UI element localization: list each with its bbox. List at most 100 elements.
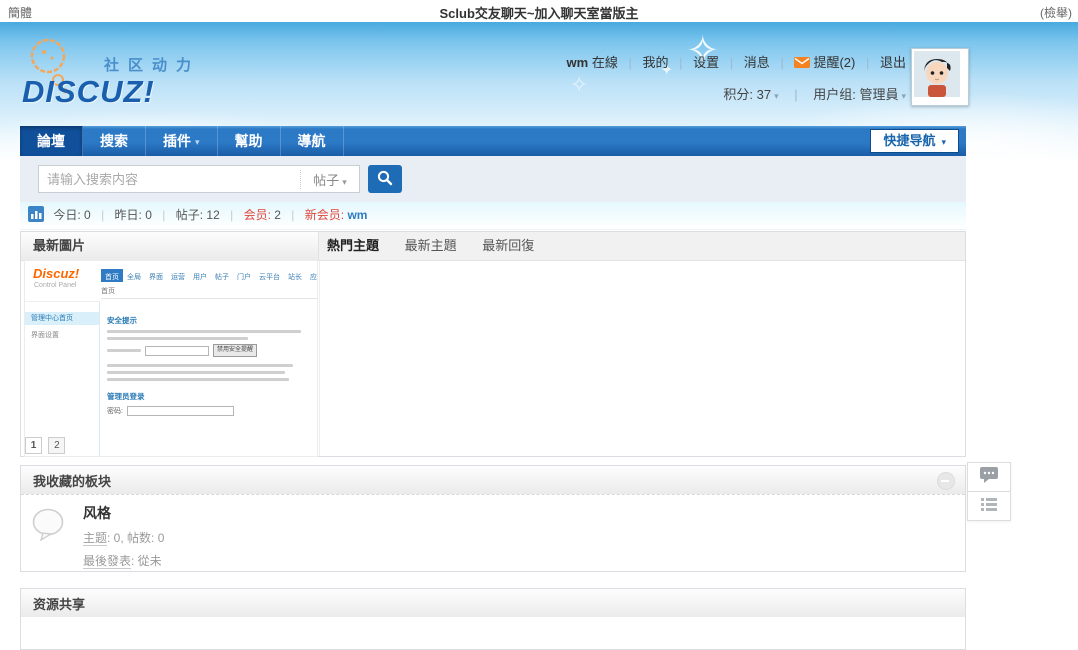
resources-title: 资源共享 (21, 594, 85, 613)
separator: | (101, 208, 104, 222)
image-slider-panel: Discuz! Control Panel 首页全局界面运营用户帖子门户云平台站… (21, 261, 320, 456)
search-button[interactable] (368, 165, 402, 193)
newest-member-link[interactable]: wm (347, 208, 367, 222)
separator: | (794, 87, 797, 102)
thumb-sidebar-item: 界面设置 (25, 330, 99, 340)
separator: | (162, 208, 165, 222)
user-bar: wm 在線 | 我的 | 设置 | 消息 | 提醒(2) | 退出 (567, 52, 906, 71)
quick-nav-button[interactable]: 快捷导航▾ (870, 129, 959, 153)
settings-link[interactable]: 设置 (693, 55, 719, 70)
separator: | (628, 55, 631, 70)
search-input-group: 帖子▾ (38, 165, 360, 193)
thumb-tab: 运营 (167, 269, 189, 282)
thumb-tab: 帖子 (211, 269, 233, 282)
nav-item-help[interactable]: 幫助 (218, 126, 281, 156)
thumb-disable-button: 禁用安全提醒 (213, 344, 257, 357)
forum-stats: 主题: 0, 帖数: 0 (83, 529, 953, 546)
stat-posts: 帖子: 12 (176, 208, 220, 222)
tab-latest-replies[interactable]: 最新回復 (482, 232, 534, 260)
forum-name-link[interactable]: 风格 (83, 503, 953, 523)
last-post-link[interactable]: 最後發表 (83, 554, 131, 569)
separator: | (866, 55, 869, 70)
separator: | (230, 208, 233, 222)
search-input[interactable] (39, 172, 300, 187)
credits-dropdown[interactable]: 积分: 37▾ (723, 87, 778, 102)
logo-title: DISCUZ! (22, 74, 155, 110)
search-strip: 帖子▾ (20, 156, 966, 203)
messages-link[interactable]: 消息 (744, 55, 770, 70)
username-link[interactable]: wm (567, 55, 589, 70)
stat-yesterday: 昨日: 0 (115, 208, 152, 222)
block-header: 资源共享 (21, 589, 965, 617)
image-pager: 1 2 (25, 435, 67, 454)
block-header: 最新圖片 熱門主題 最新主題 最新回復 (21, 232, 965, 261)
thumb-discuz-logo: Discuz! (33, 266, 79, 281)
search-scope-dropdown[interactable]: 帖子▾ (300, 170, 359, 189)
thumb-admin-tabs: 首页全局界面运营用户帖子门户云平台站长应用 (101, 266, 317, 282)
thumb-tab: 用户 (189, 269, 211, 282)
nav-item-navigation[interactable]: 導航 (281, 126, 344, 156)
block-header: 我收藏的板块 (21, 466, 965, 494)
stat-members: 会员: 2 (244, 208, 281, 222)
thumb-password-input (127, 406, 234, 416)
resources-block: 资源共享 (20, 588, 966, 650)
star-decoration-icon: ✧ (570, 72, 588, 98)
thumb-admin-sidebar: 管理中心首页 界面设置 (25, 301, 100, 456)
page: 簡體 Sclub交友聊天~加入聊天室當版主 (檢舉) ✧ ✦ ✧ 社区动力 DI… (0, 0, 1078, 626)
logout-link[interactable]: 退出 (880, 55, 906, 70)
chevron-down-icon: ▾ (941, 137, 946, 147)
separator: | (679, 55, 682, 70)
top-bar: 簡體 Sclub交友聊天~加入聊天室當版主 (檢舉) (0, 0, 1078, 23)
chevron-down-icon: ▾ (195, 137, 200, 147)
topic-tabs: 熱門主題 最新主題 最新回復 (319, 232, 965, 260)
chevron-down-icon: ▾ (901, 91, 906, 101)
usergroup-dropdown[interactable]: 用户组: 管理員▾ (813, 87, 906, 102)
thumb-tab: 首页 (101, 269, 123, 282)
list-mode-button[interactable] (967, 492, 1011, 521)
latest-image-thumbnail[interactable]: Discuz! Control Panel 首页全局界面运营用户帖子门户云平台站… (25, 261, 317, 456)
speech-bubble-icon (979, 466, 999, 489)
pager-page-1[interactable]: 1 (25, 437, 42, 454)
search-icon (376, 175, 394, 190)
pager-page-2[interactable]: 2 (48, 437, 65, 454)
favorite-forum-item: 风格 主题: 0, 帖数: 0 最後發表: 從未 (21, 494, 965, 577)
site-title: Sclub交友聊天~加入聊天室當版主 (0, 3, 1078, 22)
comments-mode-button[interactable] (967, 462, 1011, 492)
tab-latest-topics[interactable]: 最新主題 (405, 232, 457, 260)
logo-subtitle: 社区动力 (104, 54, 200, 75)
list-icon (979, 496, 999, 517)
thumb-tab: 全局 (123, 269, 145, 282)
forum-last-post: 最後發表: 從未 (83, 552, 953, 569)
chevron-down-icon: ▾ (342, 177, 347, 187)
separator: | (730, 55, 733, 70)
my-menu-link[interactable]: 我的 (642, 55, 668, 70)
report-link[interactable]: (檢舉) (1040, 4, 1072, 21)
collapse-button[interactable] (937, 472, 955, 490)
thumb-security-heading: 安全提示 (107, 315, 309, 326)
forum-bubble-icon (31, 507, 67, 546)
avatar[interactable] (911, 48, 969, 106)
nav-item-search[interactable]: 搜索 (83, 126, 146, 156)
main-nav: 論壇 搜索 插件▾ 幫助 導航 快捷导航▾ (20, 126, 966, 157)
stat-today: 今日: 0 (53, 208, 90, 222)
stat-newest-member: 新会员: wm (305, 208, 368, 222)
separator: | (780, 55, 783, 70)
hot-topics-panel (320, 261, 965, 456)
topics-count-link[interactable]: 主题 (83, 531, 107, 546)
nav-item-forum[interactable]: 論壇 (20, 126, 83, 156)
thumb-logo-subtitle: Control Panel (34, 282, 76, 289)
thumb-login-heading: 管理员登录 (107, 391, 309, 402)
thumb-tab: 界面 (145, 269, 167, 282)
chevron-down-icon: ▾ (774, 91, 779, 101)
nav-item-plugins[interactable]: 插件▾ (146, 126, 218, 156)
notice-link[interactable]: 提醒(2) (813, 55, 855, 70)
mail-icon (794, 56, 810, 71)
online-status: 在線 (592, 55, 618, 70)
favorites-title: 我收藏的板块 (21, 471, 111, 490)
tab-hot-topics[interactable]: 熱門主題 (327, 232, 379, 260)
thumb-tab: 应用 (306, 269, 317, 282)
thumb-admin-main: 安全提示 禁用安全提醒 管理员登录 密码: (99, 301, 317, 456)
thumb-tab: 云平台 (255, 269, 284, 282)
thumb-sidebar-item: 管理中心首页 (25, 312, 99, 325)
site-logo[interactable]: 社区动力 DISCUZ! (22, 36, 282, 108)
